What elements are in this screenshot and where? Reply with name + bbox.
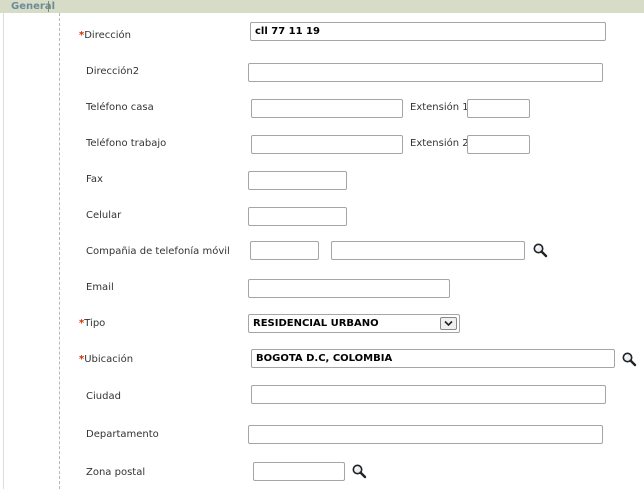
celular-input[interactable]: [248, 207, 347, 226]
compania-movil-code-input[interactable]: [250, 241, 319, 260]
tipo-select[interactable]: RESIDENCIAL URBANO: [248, 314, 460, 333]
text-cursor: [48, 1, 49, 12]
chevron-down-icon[interactable]: [440, 317, 457, 330]
extension2-label: Extensión 2: [410, 138, 469, 149]
ciudad-input[interactable]: [251, 385, 606, 404]
celular-label: Celular: [86, 210, 122, 221]
tipo-selected-value: RESIDENCIAL URBANO: [253, 318, 379, 329]
section-header: General: [0, 0, 644, 13]
compania-movil-label: Compañia de telefonía móvil: [86, 246, 230, 257]
ubicacion-input[interactable]: BOGOTA D.C, COLOMBIA: [251, 349, 615, 368]
departamento-label: Departamento: [86, 429, 159, 440]
ciudad-label: Ciudad: [86, 391, 121, 402]
left-border: [3, 13, 4, 489]
zona-postal-input[interactable]: [253, 462, 345, 481]
zona-postal-label: Zona postal: [86, 467, 146, 478]
direccion-label: *Dirección: [79, 30, 131, 42]
direccion2-label: Dirección2: [86, 66, 140, 77]
extension1-input[interactable]: [467, 99, 530, 118]
fax-input[interactable]: [248, 171, 347, 190]
magnifier-icon[interactable]: [532, 242, 548, 258]
ubicacion-label-text: Ubicación: [84, 354, 134, 365]
extension2-input[interactable]: [467, 135, 530, 154]
magnifier-icon[interactable]: [351, 463, 367, 479]
divider-line: [59, 13, 60, 489]
compania-movil-name-input[interactable]: [331, 241, 525, 260]
fax-label: Fax: [86, 174, 103, 185]
magnifier-icon[interactable]: [621, 351, 637, 367]
direccion2-input[interactable]: [248, 63, 603, 82]
tipo-label: *Tipo: [79, 318, 105, 330]
direccion-label-text: Dirección: [84, 30, 131, 41]
extension1-label: Extensión 1: [410, 102, 469, 113]
direccion-input[interactable]: cll 77 11 19: [250, 22, 606, 41]
ubicacion-label: *Ubicación: [79, 354, 133, 366]
telefono-trabajo-label: Teléfono trabajo: [86, 138, 167, 149]
email-label: Email: [86, 282, 114, 293]
email-input[interactable]: [248, 279, 450, 298]
telefono-casa-label: Teléfono casa: [86, 102, 154, 113]
telefono-casa-input[interactable]: [251, 99, 403, 118]
telefono-trabajo-input[interactable]: [251, 135, 403, 154]
departamento-input[interactable]: [248, 425, 603, 444]
tipo-label-text: Tipo: [84, 318, 106, 329]
